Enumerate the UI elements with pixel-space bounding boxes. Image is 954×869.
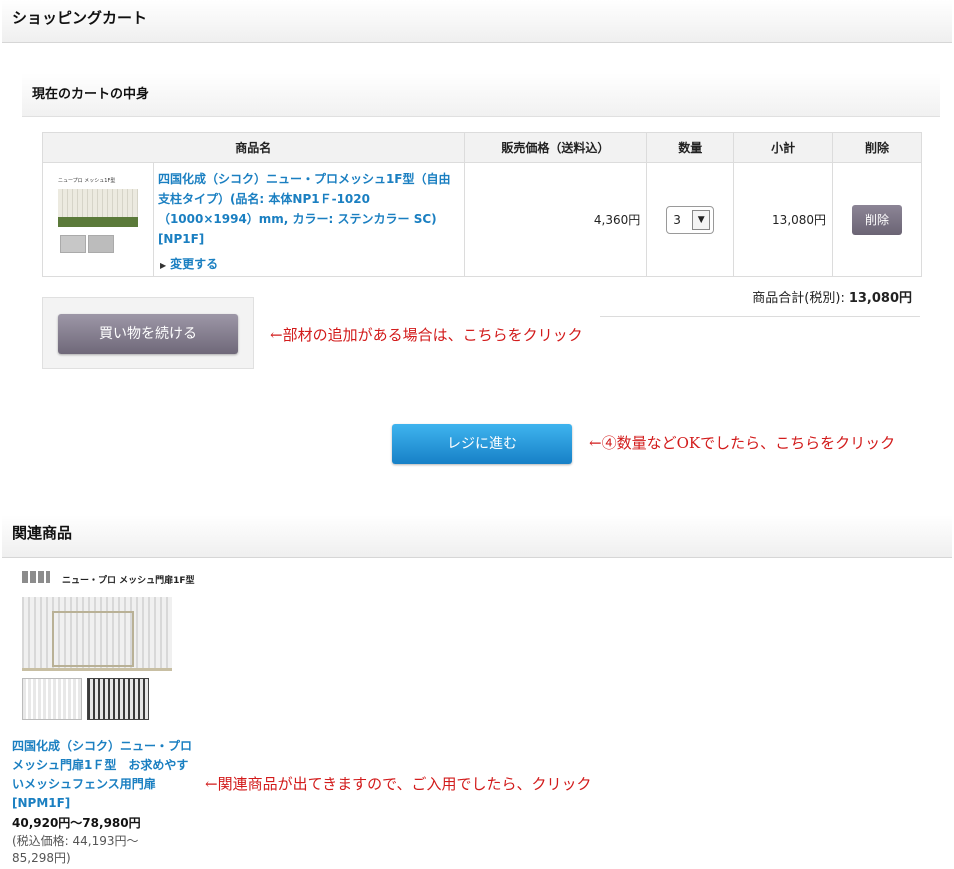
row-subtotal: 13,080円 <box>733 162 834 277</box>
cart-total-amount: 13,080円 <box>848 291 912 306</box>
thumb-swatch-2 <box>87 234 114 253</box>
related-product-name-link[interactable]: 四国化成（シコク）ニュー・プロメッシュ門扉1Ｆ型 お求めやすいメッシュフェンス用… <box>12 737 192 813</box>
triangle-right-icon: ▶ <box>159 261 167 270</box>
quantity-select[interactable]: 3 ▼ <box>666 205 715 234</box>
chevron-down-icon: ▼ <box>692 209 711 230</box>
total-divider <box>600 316 920 317</box>
header-price: 販売価格（送料込） <box>463 132 648 163</box>
product-name-link[interactable]: 四国化成（シコク）ニュー・プロメッシュ1F型（自由支柱タイプ）(品名: 本体NP… <box>154 167 464 251</box>
related-product-price: 40,920円〜78,980円 <box>12 816 141 830</box>
delete-cell: 削除 <box>832 162 922 277</box>
related-section-title: 関連商品 <box>12 524 73 542</box>
cart-table: 商品名 販売価格（送料込） 数量 小計 削除 ニュープロ メッシュ1F型 四国化… <box>42 132 922 277</box>
quantity-value: 3 <box>673 212 681 227</box>
thumb-grass <box>57 216 138 227</box>
thumb-caption: ニュープロ メッシュ1F型 <box>57 177 116 184</box>
note-continue: ←部材の追加がある場合は、こちらをクリック <box>270 326 583 344</box>
header-qty: 数量 <box>646 132 735 163</box>
note-related: ←関連商品が出てきますので、ご入用でしたら、クリック <box>205 775 592 793</box>
thumb-swatch-1 <box>59 234 86 253</box>
unit-price: 4,360円 <box>463 162 648 277</box>
continue-shopping-button[interactable]: 買い物を続ける <box>58 314 238 354</box>
qty-cell: 3 ▼ <box>646 162 735 277</box>
table-row: ニュープロ メッシュ1F型 四国化成（シコク）ニュー・プロメッシュ1F型（自由支… <box>42 162 922 277</box>
product-name-cell: 四国化成（シコク）ニュー・プロメッシュ1F型（自由支柱タイプ）(品名: 本体NP… <box>152 162 465 277</box>
change-link-label: 変更する <box>170 257 219 271</box>
cart-total-label: 商品合計(税別): <box>752 291 845 306</box>
continue-box: 買い物を続ける <box>42 297 254 369</box>
product-thumbnail[interactable]: ニュープロ メッシュ1F型 <box>57 177 138 263</box>
checkout-button[interactable]: レジに進む <box>392 424 572 464</box>
related-product-image[interactable]: ニュー・プロ メッシュ門扉1F型 <box>22 571 195 726</box>
note-checkout: ←④数量などOKでしたら、こちらをクリック <box>589 434 896 452</box>
product-thumb-cell: ニュープロ メッシュ1F型 <box>42 162 154 277</box>
cart-section-header: ショッピングカート <box>2 0 952 43</box>
related-image-title: ニュー・プロ メッシュ門扉1F型 <box>62 576 195 586</box>
header-product: 商品名 <box>42 132 465 163</box>
related-product-tax-price: (税込価格: 44,193円〜85,298円) <box>12 834 139 865</box>
header-subtotal: 小計 <box>733 132 834 163</box>
change-link[interactable]: ▶ 変更する <box>154 255 218 272</box>
cart-contents-title: 現在のカートの中身 <box>32 87 150 102</box>
gate-white-swatch <box>22 678 82 720</box>
gate-frame <box>52 611 134 667</box>
related-section-header: 関連商品 <box>2 515 952 558</box>
header-delete: 削除 <box>832 132 922 163</box>
cart-table-header-row: 商品名 販売価格（送料込） 数量 小計 削除 <box>42 132 922 163</box>
cart-contents-header: 現在のカートの中身 <box>22 73 940 117</box>
cart-section-title: ショッピングカート <box>12 9 148 27</box>
gate-black-swatch <box>87 678 149 720</box>
product-feature-icons <box>22 571 50 583</box>
delete-button[interactable]: 削除 <box>852 204 903 235</box>
cart-total: 商品合計(税別): 13,080円 <box>600 287 912 306</box>
